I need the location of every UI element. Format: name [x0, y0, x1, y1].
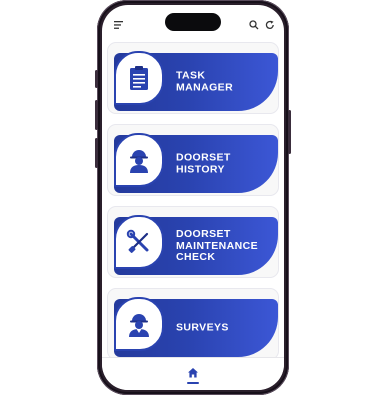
volume-up-button [95, 100, 98, 130]
active-tab-indicator [187, 382, 199, 384]
dynamic-island [165, 13, 221, 31]
menu-label: DOORSET MAINTENANCE CHECK [176, 227, 258, 263]
refresh-icon[interactable] [265, 17, 279, 31]
power-button [288, 110, 291, 154]
menu-banner: DOORSET MAINTENANCE CHECK [114, 215, 278, 275]
menu-label: SURVEYS [176, 321, 229, 334]
app-screen: TASK MANAGER DOORSET HISTORY DOORSET MAI… [102, 5, 284, 390]
menu-list: TASK MANAGER DOORSET HISTORY DOORSET MAI… [102, 39, 284, 358]
menu-card-doorset-history[interactable]: DOORSET HISTORY [108, 125, 278, 195]
surveyor-icon [114, 297, 164, 351]
menu-card-task-manager[interactable]: TASK MANAGER [108, 43, 278, 113]
menu-banner: SURVEYS [114, 297, 278, 357]
menu-banner: DOORSET HISTORY [114, 133, 278, 193]
tools-wrench-screwdriver-icon [114, 215, 164, 269]
mute-switch [95, 70, 98, 88]
menu-card-doorset-maintenance-check[interactable]: DOORSET MAINTENANCE CHECK [108, 207, 278, 277]
bottom-nav [102, 357, 284, 390]
volume-down-button [95, 138, 98, 168]
worker-helmet-icon [114, 133, 164, 187]
menu-label: TASK MANAGER [176, 69, 234, 93]
menu-banner: TASK MANAGER [114, 51, 278, 111]
menu-icon[interactable] [114, 17, 128, 31]
menu-card-surveys[interactable]: SURVEYS [108, 289, 278, 358]
clipboard-icon [114, 51, 164, 105]
phone-frame: TASK MANAGER DOORSET HISTORY DOORSET MAI… [95, 0, 291, 395]
search-icon[interactable] [249, 17, 263, 31]
menu-label: DOORSET HISTORY [176, 151, 231, 175]
